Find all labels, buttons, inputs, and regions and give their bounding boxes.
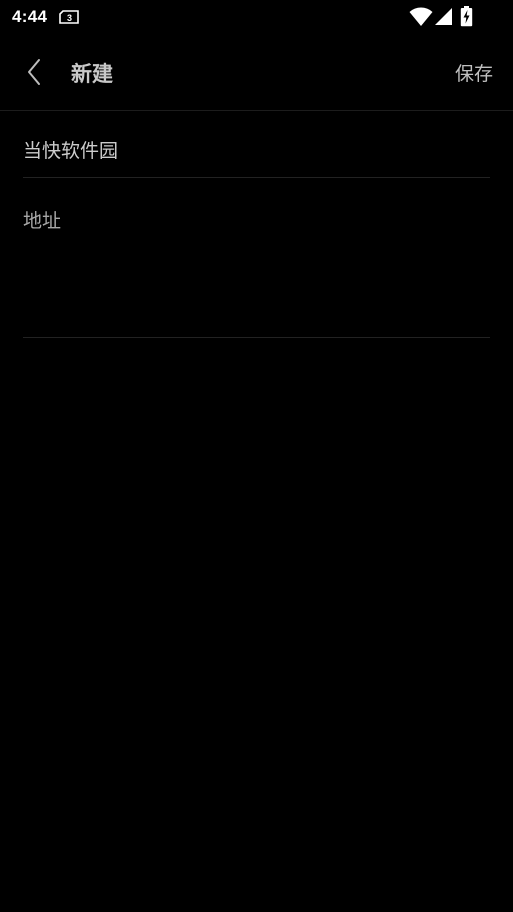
back-button[interactable]: [18, 52, 54, 92]
sim-card-icon: 3: [59, 10, 79, 24]
address-input[interactable]: 地址: [23, 210, 61, 232]
address-field[interactable]: 地址: [23, 199, 490, 338]
wifi-icon: [409, 7, 433, 26]
svg-text:3: 3: [67, 13, 72, 23]
name-field[interactable]: 当快软件园: [23, 129, 490, 178]
cell-signal-icon: [435, 8, 452, 25]
name-input[interactable]: 当快软件园: [23, 140, 118, 162]
status-time: 4:44: [12, 7, 48, 26]
app-toolbar: 新建 保存: [0, 34, 513, 111]
status-bar: 4:44 3: [0, 0, 513, 34]
battery-charging-icon: [460, 6, 473, 27]
page-title: 新建: [71, 62, 113, 86]
chevron-left-icon: [28, 59, 40, 85]
save-button[interactable]: 保存: [455, 59, 493, 86]
